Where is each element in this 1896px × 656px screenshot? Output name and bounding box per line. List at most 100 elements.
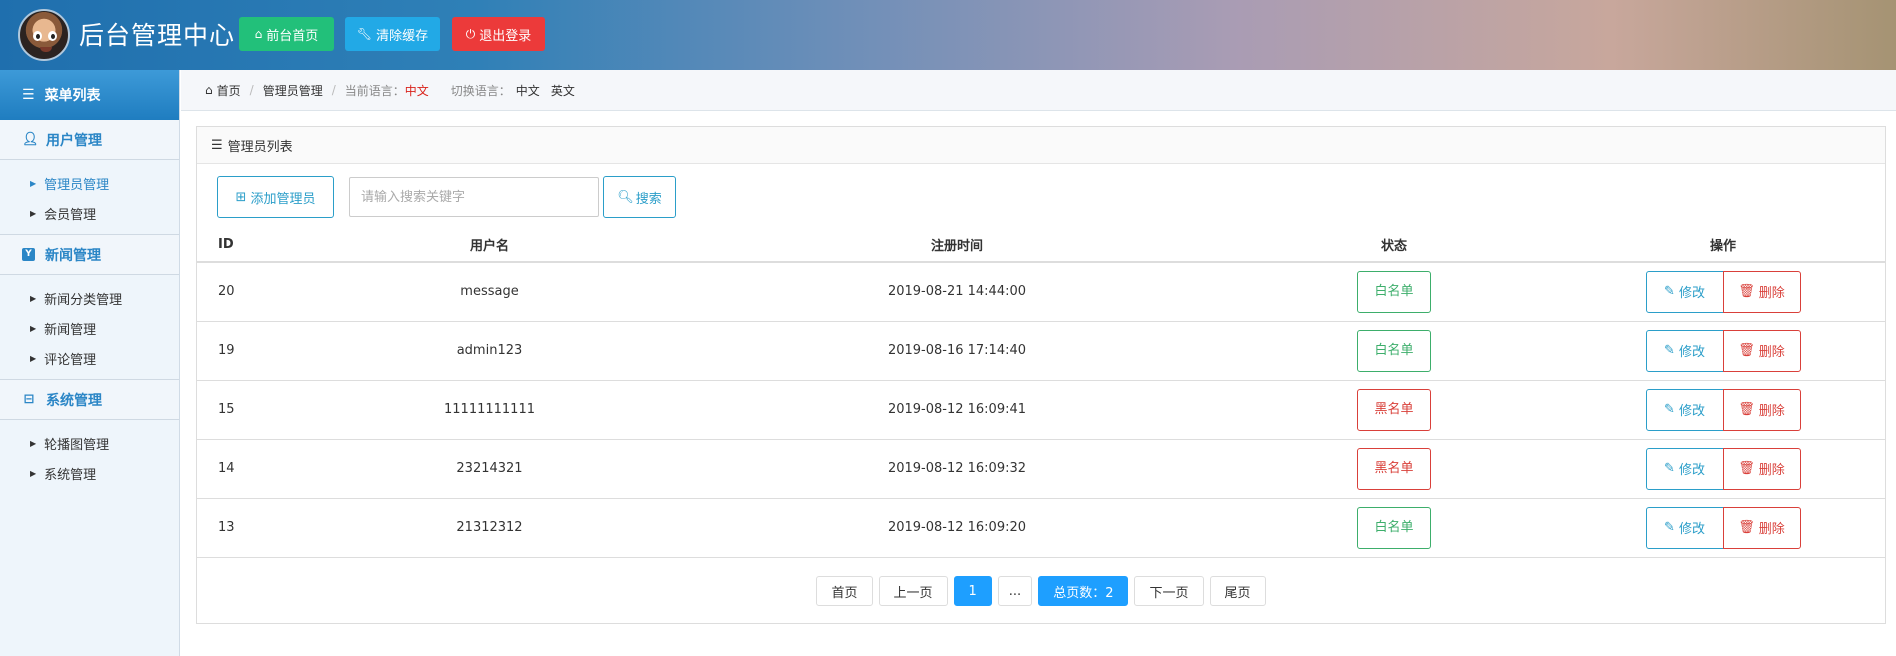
sidebar-heading: ☰ 菜单列表 [0, 70, 179, 120]
sidebar-group-system[interactable]: ⊟ 系统管理 [0, 380, 179, 420]
status-whitelist-button[interactable]: 白名单 [1357, 506, 1431, 549]
delete-label: 删除 [1758, 463, 1785, 478]
trash-icon: 🗑︎ [1738, 343, 1755, 358]
caret-right-icon: ▶ [30, 293, 37, 303]
sidebar-item-system[interactable]: ▶ 系统管理 [0, 458, 179, 488]
search-button[interactable]: 🔍︎ 搜索 [603, 176, 676, 218]
edit-button[interactable]: ✎ 修改 [1645, 447, 1724, 490]
sidebar-heading-label: 菜单列表 [44, 88, 101, 104]
delete-label: 删除 [1758, 404, 1785, 419]
pagination: 首页 上一页 1 ... 总页数：2 下一页 尾页 [197, 576, 1885, 606]
delete-label: 删除 [1758, 522, 1785, 537]
sidebar-item-comments[interactable]: ▶ 评论管理 [0, 343, 179, 373]
caret-right-icon: ▶ [30, 208, 37, 218]
sidebar: ☰ 菜单列表 👤︎ 用户管理 ▶ 管理员管理 ▶ 会员管理 Y 新闻管理 ▶ 新… [0, 70, 180, 656]
column-header-status: 状态 [1227, 228, 1561, 263]
sidebar-group-news[interactable]: Y 新闻管理 [0, 235, 179, 275]
sidebar-group-label: 新闻管理 [45, 247, 101, 264]
cell-time: 2019-08-12 16:09:32 [687, 439, 1227, 499]
trash-icon: 🗑︎ [1738, 520, 1755, 535]
delete-button[interactable]: 🗑︎ 删除 [1722, 506, 1801, 549]
caret-right-icon: ▶ [30, 468, 37, 478]
front-home-label: 前台首页 [266, 28, 319, 44]
home-icon: ⌂ [205, 83, 213, 97]
column-header-actions: 操作 [1561, 228, 1885, 263]
switch-language-label: 切换语言： [450, 83, 511, 98]
app-title: 后台管理中心 [79, 21, 236, 50]
table-row: 19 admin123 2019-08-16 17:14:40 白名单 ✎ 修改 … [197, 321, 1885, 381]
wrench-icon: 🔧︎ [356, 27, 373, 41]
add-admin-button[interactable]: ⊞ 添加管理员 [217, 176, 334, 218]
panel-title: ☰ 管理员列表 [197, 127, 1885, 164]
clear-cache-label: 清除缓存 [376, 28, 429, 44]
clear-cache-button[interactable]: 🔧︎ 清除缓存 [345, 17, 440, 51]
edit-icon: ✎ [1664, 343, 1675, 358]
edit-button[interactable]: ✎ 修改 [1645, 329, 1724, 372]
edit-label: 修改 [1678, 345, 1705, 360]
edit-button[interactable]: ✎ 修改 [1645, 388, 1724, 431]
delete-label: 删除 [1758, 286, 1785, 302]
delete-button[interactable]: 🗑︎ 删除 [1722, 388, 1801, 431]
column-header-time: 注册时间 [687, 228, 1227, 263]
status-blacklist-button[interactable]: 黑名单 [1357, 447, 1431, 490]
admin-list-panel: ☰ 管理员列表 ⊞ 添加管理员 🔍︎ 搜索 ID 用户名 注册时间 状态 操作 … [196, 126, 1886, 624]
sidebar-item-label: 新闻管理 [44, 322, 97, 338]
front-home-button[interactable]: ⌂ 前台首页 [239, 17, 334, 51]
logout-button[interactable]: ⏻ 退出登录 [452, 17, 545, 51]
panel-title-label: 管理员列表 [227, 139, 293, 155]
sidebar-item-news-category[interactable]: ▶ 新闻分类管理 [0, 283, 179, 313]
page-last-button[interactable]: 尾页 [1209, 576, 1266, 606]
delete-button[interactable]: 🗑︎ 删除 [1722, 270, 1801, 313]
page-next-button[interactable]: 下一页 [1134, 576, 1204, 606]
sidebar-item-label: 会员管理 [44, 207, 97, 223]
page-current[interactable]: 1 [953, 576, 992, 606]
sidebar-item-members[interactable]: ▶ 会员管理 [0, 198, 179, 228]
cell-time: 2019-08-12 16:09:41 [687, 380, 1227, 440]
edit-label: 修改 [1678, 522, 1705, 537]
home-icon: ⌂ [254, 27, 263, 41]
language-option-english[interactable]: 英文 [551, 82, 575, 99]
status-whitelist-button[interactable]: 白名单 [1357, 270, 1431, 313]
sidebar-group-items: ▶ 管理员管理 ▶ 会员管理 [0, 160, 179, 235]
language-option-chinese[interactable]: 中文 [516, 82, 540, 99]
breadcrumb-separator: / [331, 83, 336, 97]
caret-right-icon: ▶ [30, 323, 37, 333]
current-language-label: 当前语言： [344, 83, 405, 98]
sidebar-group-items: ▶ 新闻分类管理 ▶ 新闻管理 ▶ 评论管理 [0, 275, 179, 380]
current-language-value: 中文 [404, 83, 429, 98]
breadcrumb-current[interactable]: 管理员管理 [263, 82, 323, 99]
page-prev-button[interactable]: 上一页 [878, 576, 948, 606]
page-first-button[interactable]: 首页 [816, 576, 873, 606]
breadcrumb: ⌂ 首页 / 管理员管理 / 当前语言： 中文 切换语言： 中文 英文 [181, 70, 1896, 111]
cell-time: 2019-08-21 14:44:00 [687, 262, 1227, 322]
sidebar-item-carousel[interactable]: ▶ 轮播图管理 [0, 428, 179, 458]
search-input[interactable] [349, 177, 599, 217]
edit-button[interactable]: ✎ 修改 [1645, 506, 1724, 549]
sidebar-group-users[interactable]: 👤︎ 用户管理 [0, 120, 179, 160]
sidebar-item-news[interactable]: ▶ 新闻管理 [0, 313, 179, 343]
sidebar-item-label: 新闻分类管理 [44, 292, 123, 308]
sidebar-group-items: ▶ 轮播图管理 ▶ 系统管理 [0, 420, 179, 494]
edit-icon: ✎ [1664, 284, 1675, 300]
breadcrumb-separator: / [249, 83, 254, 97]
trash-icon: 🗑︎ [1738, 284, 1755, 300]
search-label: 搜索 [635, 191, 662, 207]
edit-button[interactable]: ✎ 修改 [1645, 270, 1724, 313]
sidebar-group-label: 用户管理 [46, 132, 102, 149]
trash-icon: 🗑︎ [1738, 402, 1755, 417]
cell-id: 20 [197, 262, 292, 322]
delete-button[interactable]: 🗑︎ 删除 [1722, 329, 1801, 372]
status-whitelist-button[interactable]: 白名单 [1357, 329, 1431, 372]
cell-time: 2019-08-12 16:09:20 [687, 498, 1227, 558]
status-blacklist-button[interactable]: 黑名单 [1357, 388, 1431, 431]
sidebar-item-admin[interactable]: ▶ 管理员管理 [0, 168, 179, 198]
table-row: 20 message 2019-08-21 14:44:00 白名单 ✎ 修改 🗑… [197, 262, 1885, 322]
cell-username: 23214321 [292, 439, 687, 499]
edit-label: 修改 [1678, 286, 1705, 302]
delete-button[interactable]: 🗑︎ 删除 [1722, 447, 1801, 490]
breadcrumb-home[interactable]: 首页 [217, 82, 241, 99]
sidebar-item-label: 轮播图管理 [44, 437, 110, 453]
sidebar-group-label: 系统管理 [46, 392, 102, 409]
edit-icon: ✎ [1664, 461, 1675, 476]
search-icon: 🔍︎ [617, 189, 634, 205]
